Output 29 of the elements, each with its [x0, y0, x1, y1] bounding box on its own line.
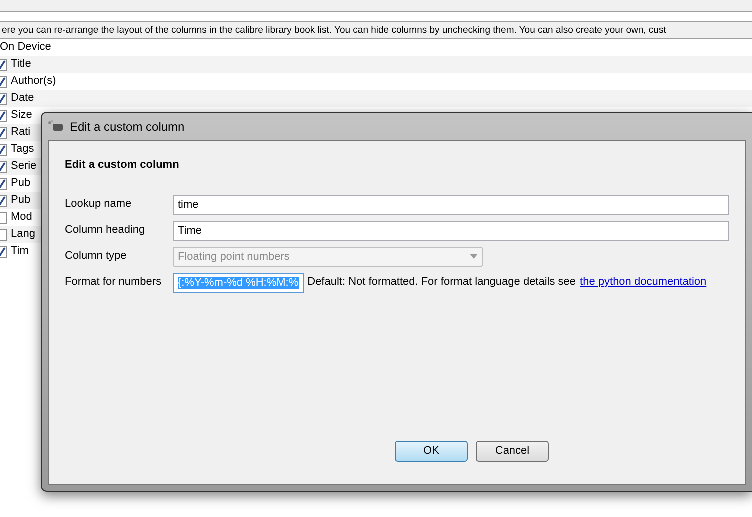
- column-label: Tags: [11, 142, 34, 158]
- field-label: Lookup name: [65, 197, 133, 212]
- column-label: Date: [11, 91, 34, 106]
- app-icon: [48, 120, 64, 134]
- field-label: Column type: [65, 249, 128, 264]
- dialog-title: Edit a custom column: [70, 118, 185, 136]
- column-label: Serie: [11, 159, 37, 174]
- column-label: Rati: [11, 125, 31, 140]
- field-label: Column heading: [65, 223, 146, 238]
- caret-icon: [470, 254, 478, 259]
- text-field[interactable]: Time: [173, 220, 729, 240]
- ok-button[interactable]: OK: [395, 441, 468, 462]
- column-label: Title: [11, 57, 32, 72]
- column-label: Author(s): [11, 74, 56, 90]
- help-text: Default: Not formatted. For format language details see: [308, 275, 576, 290]
- column-label: Lang: [11, 227, 36, 242]
- dialog-heading: Edit a custom column: [65, 158, 180, 173]
- description-text: ere you can re-arrange the layout of the columns in the calibre library book list. You can hide columns by unchecking them. You can also create your own, cust: [0, 21, 752, 39]
- text-field[interactable]: time: [173, 194, 729, 214]
- column-label: Size: [11, 108, 32, 124]
- dropdown: Floating point numbers: [173, 246, 483, 266]
- column-label: Pub: [11, 193, 31, 208]
- column-label: Tim: [11, 244, 29, 260]
- column-label: Mod: [11, 210, 32, 226]
- documentation-link[interactable]: the python documentation: [580, 274, 707, 291]
- column-label: On Device: [0, 40, 52, 56]
- field-label: Format for numbers: [65, 275, 163, 290]
- column-label: Pub: [11, 176, 31, 192]
- cancel-button[interactable]: Cancel: [476, 441, 549, 462]
